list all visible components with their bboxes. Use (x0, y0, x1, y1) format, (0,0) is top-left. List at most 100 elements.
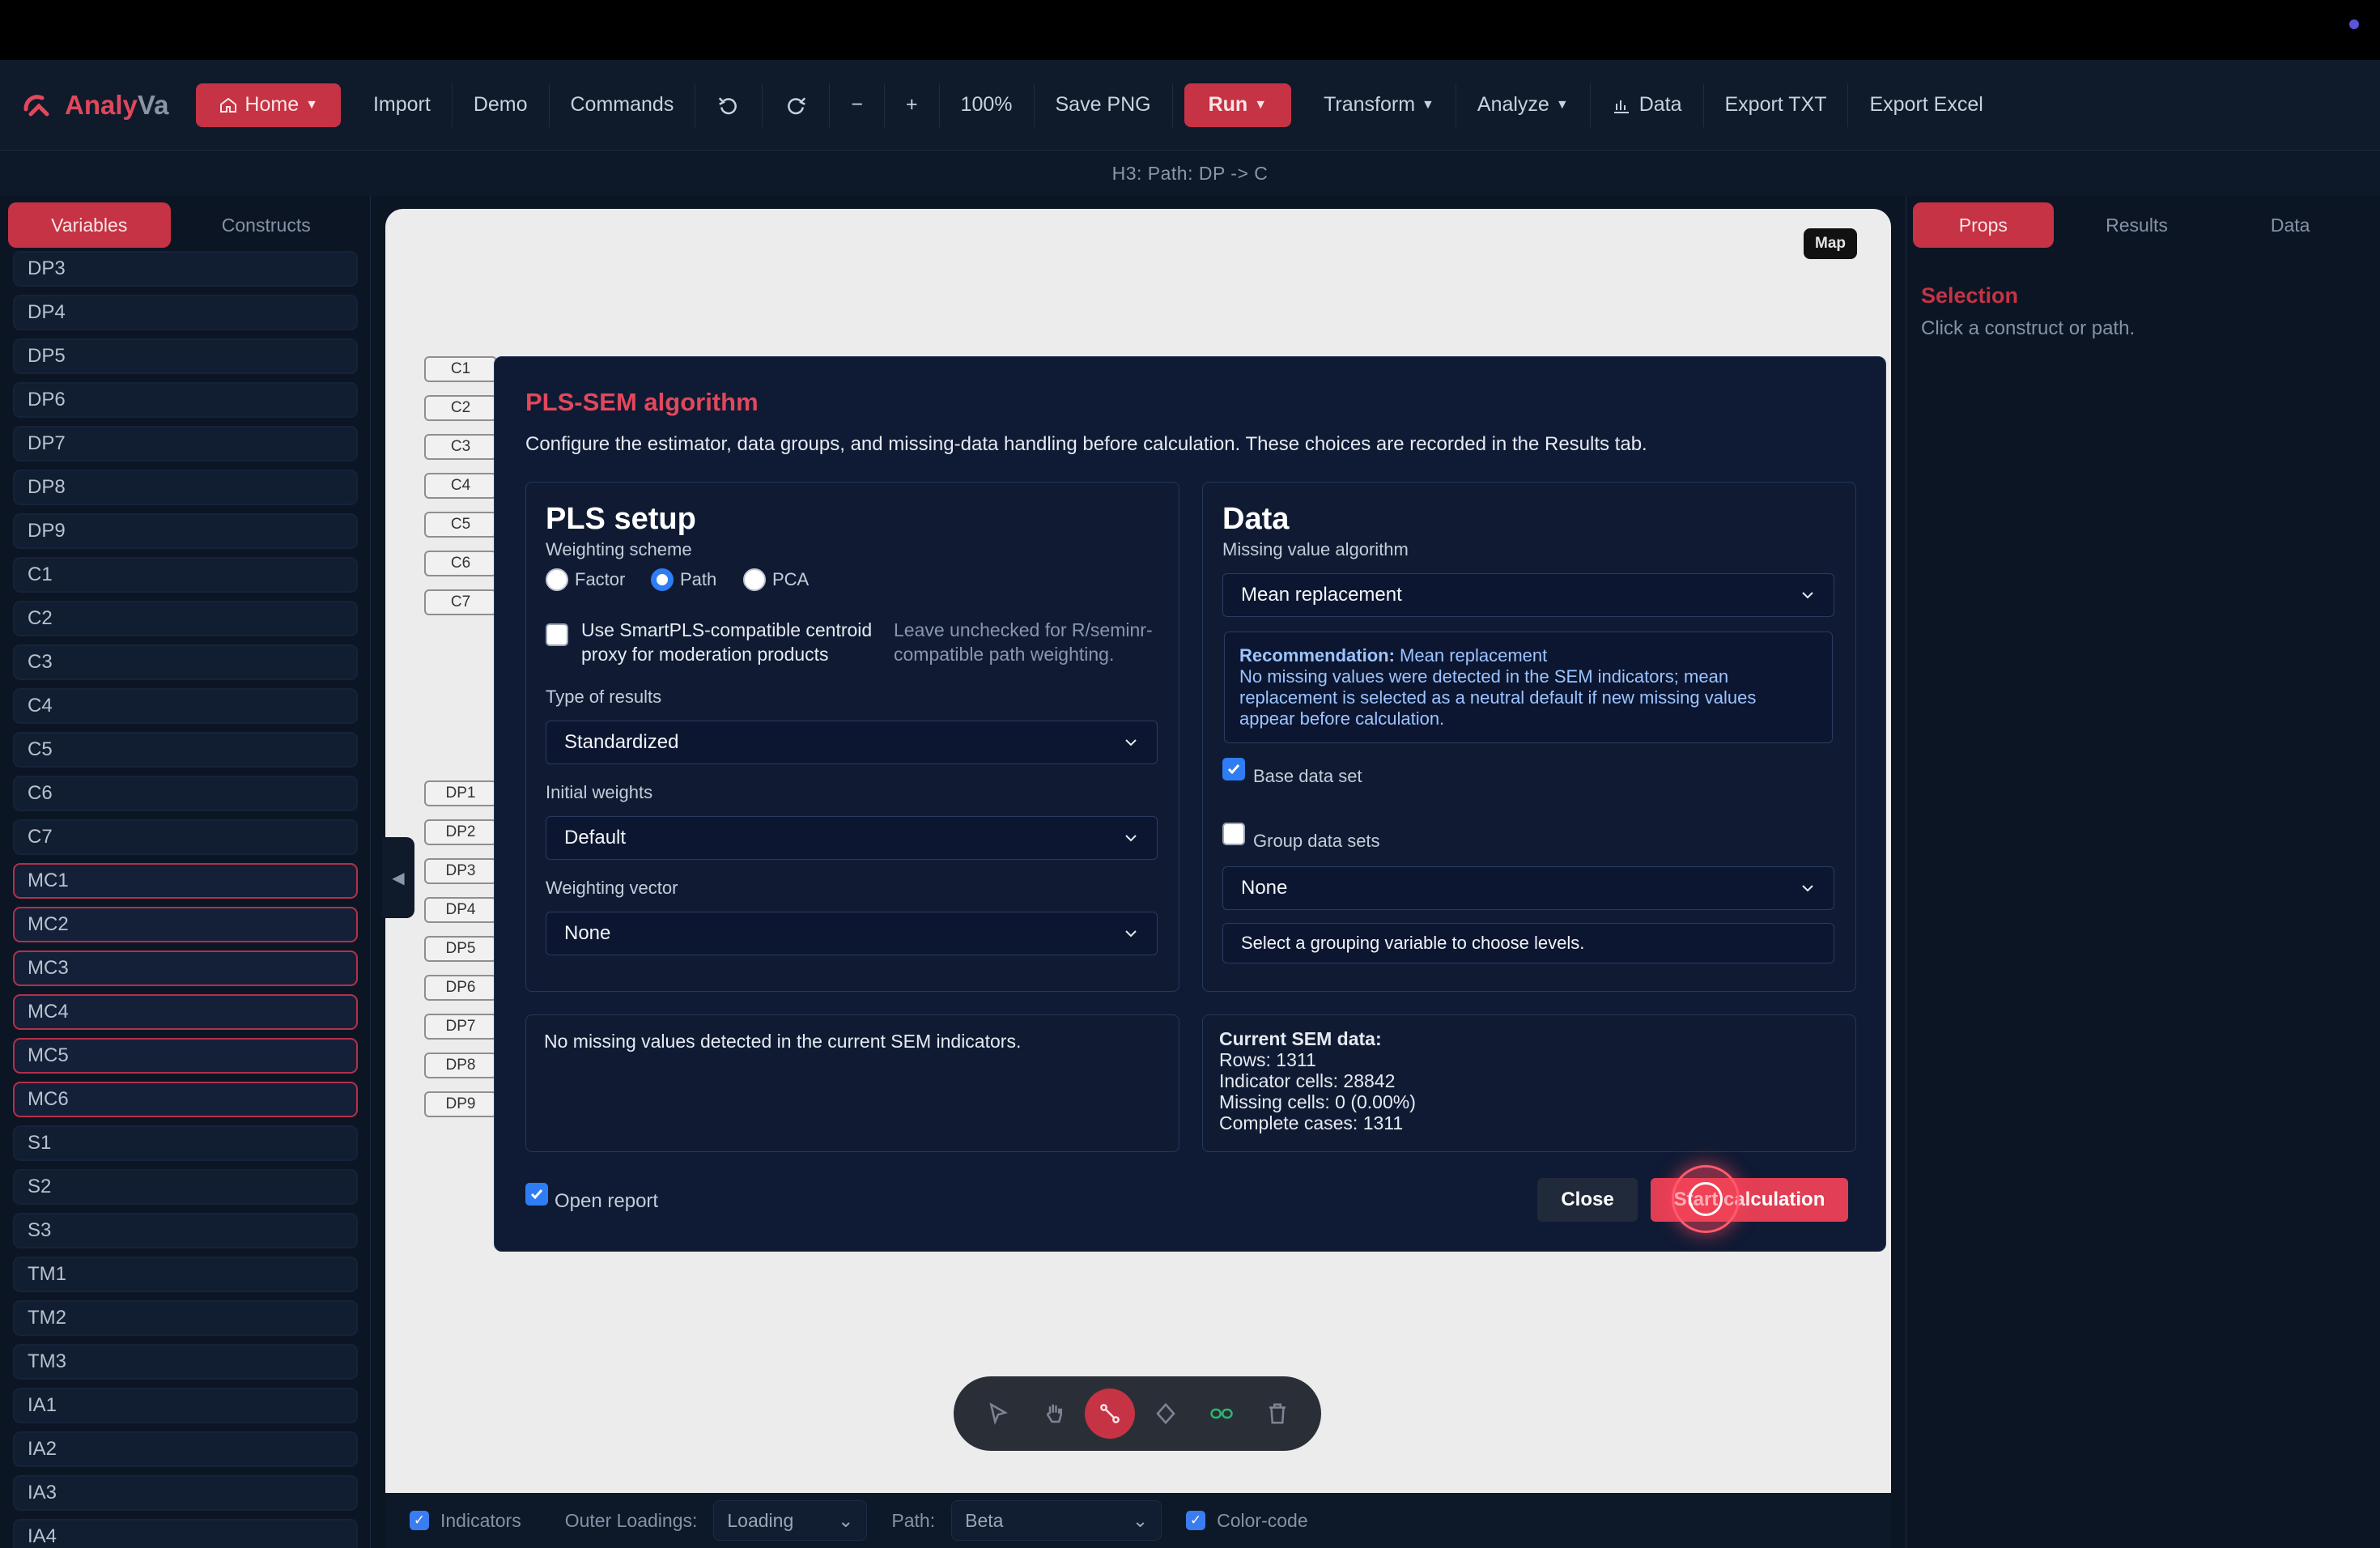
tab-results[interactable]: Results (2067, 202, 2208, 248)
variable-item[interactable]: C1 (13, 557, 358, 593)
indicator-node[interactable]: DP7 (424, 1014, 497, 1040)
variable-item[interactable]: IA2 (13, 1431, 358, 1467)
import-button[interactable]: Import (352, 83, 453, 127)
variable-item[interactable]: DP9 (13, 513, 358, 549)
indicator-node[interactable]: C6 (424, 551, 497, 576)
zoom-level[interactable]: 100% (940, 83, 1035, 127)
collapse-sidebar-button[interactable]: ◀ (382, 837, 414, 918)
variable-item[interactable]: MC6 (13, 1082, 358, 1117)
variable-item[interactable]: DP5 (13, 338, 358, 374)
logo-icon (23, 94, 49, 116)
zoom-in-button[interactable]: + (885, 83, 940, 127)
radio-path[interactable]: Path (651, 568, 716, 591)
variable-item[interactable]: DP4 (13, 295, 358, 330)
indicator-node[interactable]: C4 (424, 473, 497, 499)
indicator-node[interactable]: DP3 (424, 858, 497, 884)
link-tool[interactable] (1196, 1389, 1247, 1439)
variable-item[interactable]: MC1 (13, 863, 358, 899)
indicator-node[interactable]: C3 (424, 434, 497, 460)
variable-item[interactable]: C2 (13, 601, 358, 636)
variable-item[interactable]: MC5 (13, 1038, 358, 1074)
variable-item[interactable]: C5 (13, 732, 358, 768)
indicator-node[interactable]: DP1 (424, 780, 497, 806)
tab-variables[interactable]: Variables (8, 202, 171, 248)
open-report-checkbox[interactable] (525, 1183, 548, 1206)
tab-constructs[interactable]: Constructs (185, 202, 348, 248)
connect-tool[interactable] (1084, 1389, 1135, 1439)
variable-item[interactable]: DP8 (13, 470, 358, 505)
radio-pca[interactable]: PCA (743, 568, 809, 591)
export-excel-button[interactable]: Export Excel (1848, 83, 2004, 127)
indicator-node[interactable]: DP9 (424, 1091, 497, 1117)
delete-tool[interactable] (1252, 1389, 1303, 1439)
indicator-node[interactable]: C5 (424, 512, 497, 538)
redo-button[interactable] (763, 83, 831, 127)
variable-item[interactable]: MC3 (13, 950, 358, 986)
map-button[interactable]: Map (1804, 228, 1857, 259)
type-results-select[interactable]: Standardized (546, 721, 1158, 764)
variable-item[interactable]: TM2 (13, 1300, 358, 1336)
radio-factor[interactable]: Factor (546, 568, 625, 591)
indicator-node[interactable]: DP6 (424, 975, 497, 1001)
indicator-node[interactable]: DP2 (424, 819, 497, 845)
indicator-node[interactable]: DP4 (424, 897, 497, 923)
indicator-node[interactable]: DP5 (424, 936, 497, 962)
recommendation-box: Recommendation: Mean replacement No miss… (1224, 632, 1833, 743)
data-button[interactable]: Data (1591, 83, 1704, 127)
variable-item[interactable]: IA1 (13, 1388, 358, 1423)
color-code-checkbox[interactable]: ✓ (1186, 1511, 1206, 1530)
click-indicator (1672, 1165, 1740, 1233)
indicator-node[interactable]: DP8 (424, 1053, 497, 1078)
radio-circle (546, 568, 568, 591)
initial-weights-select[interactable]: Default (546, 816, 1158, 860)
construct-tool[interactable] (1141, 1389, 1191, 1439)
variable-item[interactable]: S2 (13, 1169, 358, 1205)
left-tabs: Variables Constructs (0, 196, 370, 253)
analyze-button[interactable]: Analyze ▼ (1456, 83, 1591, 127)
tab-props[interactable]: Props (1913, 202, 2054, 248)
zoom-out-button[interactable]: − (830, 83, 885, 127)
missing-algorithm-select[interactable]: Mean replacement (1222, 573, 1834, 617)
pan-tool[interactable] (1029, 1389, 1079, 1439)
run-button[interactable]: Run ▼ (1184, 83, 1292, 127)
indicator-node[interactable]: C7 (424, 589, 497, 615)
path-select[interactable]: Beta ⌄ (951, 1500, 1162, 1541)
variable-item[interactable]: IA4 (13, 1519, 358, 1548)
tab-data[interactable]: Data (2220, 202, 2361, 248)
demo-button[interactable]: Demo (453, 83, 550, 127)
variable-item[interactable]: MC4 (13, 994, 358, 1030)
variable-item[interactable]: TM3 (13, 1344, 358, 1380)
variable-item[interactable]: MC2 (13, 907, 358, 942)
variable-item[interactable]: S3 (13, 1213, 358, 1248)
variable-item[interactable]: C4 (13, 688, 358, 724)
outer-loadings-select[interactable]: Loading ⌄ (713, 1500, 868, 1541)
indicator-node[interactable]: C2 (424, 395, 497, 421)
indicators-checkbox[interactable]: ✓ (410, 1511, 429, 1530)
variable-item[interactable]: DP3 (13, 251, 358, 287)
variable-item[interactable]: TM1 (13, 1257, 358, 1292)
base-data-set-checkbox[interactable] (1222, 758, 1245, 780)
group-variable-select[interactable]: None (1222, 866, 1834, 910)
variable-item[interactable]: IA3 (13, 1475, 358, 1511)
group-data-sets-checkbox[interactable] (1222, 823, 1245, 845)
group-data-sets-label: Group data sets (1253, 831, 1380, 851)
centroid-proxy-checkbox[interactable] (546, 623, 568, 646)
variable-item[interactable]: C7 (13, 819, 358, 855)
indicator-node[interactable]: C1 (424, 356, 497, 382)
close-button[interactable]: Close (1537, 1178, 1638, 1222)
variable-item[interactable]: C3 (13, 644, 358, 680)
export-txt-button[interactable]: Export TXT (1704, 83, 1849, 127)
variable-item[interactable]: C6 (13, 776, 358, 811)
home-button[interactable]: Home ▼ (196, 83, 341, 127)
undo-button[interactable] (695, 83, 763, 127)
variable-item[interactable]: DP6 (13, 382, 358, 418)
select-tool[interactable] (973, 1389, 1023, 1439)
missing-note-text: No missing values detected in the curren… (544, 1031, 1022, 1052)
save-png-button[interactable]: Save PNG (1035, 83, 1173, 127)
centroid-hint-2: compatible path weighting. (894, 644, 1115, 665)
weighting-vector-select[interactable]: None (546, 912, 1158, 955)
commands-button[interactable]: Commands (550, 83, 696, 127)
variable-item[interactable]: S1 (13, 1125, 358, 1161)
variable-item[interactable]: DP7 (13, 426, 358, 461)
transform-button[interactable]: Transform ▼ (1303, 83, 1456, 127)
